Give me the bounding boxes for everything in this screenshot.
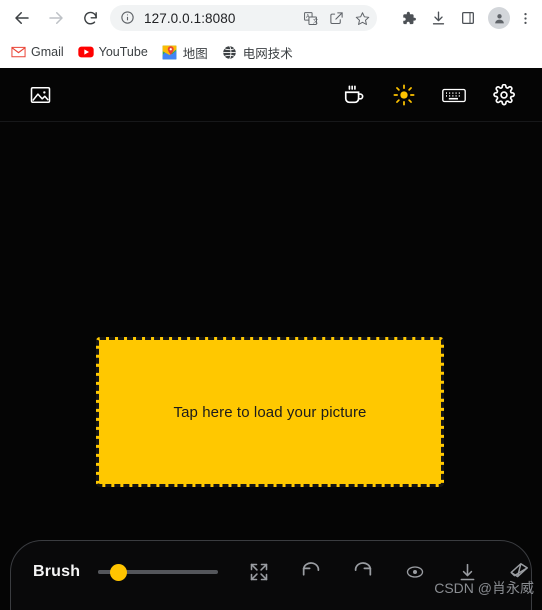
google-maps-icon [162,44,178,60]
address-bar[interactable]: 127.0.0.1:8080 文 A [110,5,377,31]
forward-button[interactable] [42,4,70,32]
avatar[interactable] [488,7,510,29]
bookmark-label: Gmail [31,45,64,59]
share-icon[interactable] [325,7,347,29]
download-icon[interactable] [424,4,452,32]
back-button[interactable] [8,4,36,32]
bookmarks-bar: Gmail YouTube 地图 电网技术 [0,36,542,68]
browser-chrome: 127.0.0.1:8080 文 A Gmail YouTube 地图 电网技术 [0,0,542,68]
image-icon[interactable] [28,83,52,107]
bookmark-gmail[interactable]: Gmail [10,44,64,60]
browser-navigation-bar: 127.0.0.1:8080 文 A [0,0,542,36]
bookmark-label: YouTube [98,45,148,59]
canvas-area[interactable]: Tap here to load your picture [0,123,542,603]
side-panel-icon[interactable] [454,4,482,32]
globe-icon [222,44,238,60]
bookmark-power-grid-tech[interactable]: 电网技术 [222,43,293,62]
url-text: 127.0.0.1:8080 [144,10,236,26]
gear-icon[interactable] [492,83,516,107]
coffee-cup-icon[interactable] [342,83,366,107]
three-dots-vertical-icon[interactable] [514,4,536,32]
star-icon[interactable] [351,7,373,29]
paint-app: Tap here to load your picture Brush CSDN… [0,68,542,610]
brush-size-slider[interactable] [98,562,219,582]
eraser-icon[interactable] [507,560,531,584]
redo-icon[interactable] [351,560,375,584]
gmail-icon [10,44,26,60]
youtube-icon [77,44,94,60]
sun-icon[interactable] [392,83,416,107]
image-dropzone[interactable]: Tap here to load your picture [96,337,444,487]
puzzle-piece-icon[interactable] [394,4,422,32]
slider-knob[interactable] [110,564,128,581]
download-icon[interactable] [455,560,479,584]
undo-icon[interactable] [299,560,323,584]
bottom-toolbar-inner: Brush [11,541,533,603]
bottom-toolbar: Brush [10,540,532,610]
keyboard-icon[interactable] [442,83,466,107]
bookmark-youtube[interactable]: YouTube [77,44,148,60]
chrome-action-buttons [394,4,542,32]
brush-label: Brush [33,563,81,580]
toolbar-tool-icons [247,541,531,603]
eye-icon[interactable] [403,560,427,584]
translate-icon[interactable]: 文 A [299,7,321,29]
info-circle-icon[interactable] [120,10,136,26]
bookmark-label: 电网技术 [242,46,293,61]
dropzone-label: Tap here to load your picture [173,403,367,421]
app-header-tools [342,68,516,122]
bookmark-maps[interactable]: 地图 [162,43,208,62]
app-header [0,68,542,122]
bookmark-label: 地图 [182,46,208,61]
reload-button[interactable] [76,4,104,32]
expand-arrows-icon[interactable] [247,560,271,584]
